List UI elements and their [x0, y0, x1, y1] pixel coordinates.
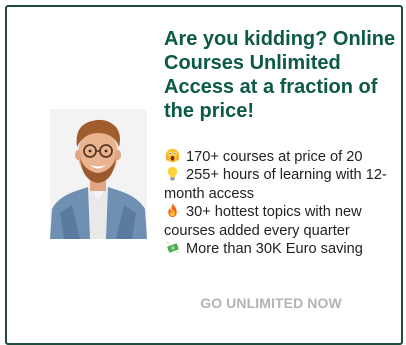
promo-card: Are you kidding? Online Courses Unlimite…: [5, 5, 403, 345]
smiling-man-illustration: [50, 109, 147, 239]
money-with-wings-icon: [165, 241, 180, 253]
feature-item: 30+ hottest topics with new courses adde…: [164, 203, 362, 239]
shocked-face-icon: [165, 148, 180, 163]
feature-item: More than 30K Euro saving: [164, 240, 404, 258]
promo-headline: Are you kidding? Online Courses Unlimite…: [164, 28, 396, 122]
go-unlimited-button[interactable]: GO UNLIMITED NOW: [167, 292, 375, 314]
feature-item: 255+ hours of learning with 12-month acc…: [164, 167, 387, 202]
feature-list: 170+ courses at price of 20 255+ hours o…: [164, 148, 404, 258]
lightbulb-icon: [167, 167, 178, 181]
fire-icon: [168, 203, 177, 218]
feature-item: 170+ courses at price of 20: [164, 148, 404, 166]
instructor-photo: [50, 109, 147, 239]
